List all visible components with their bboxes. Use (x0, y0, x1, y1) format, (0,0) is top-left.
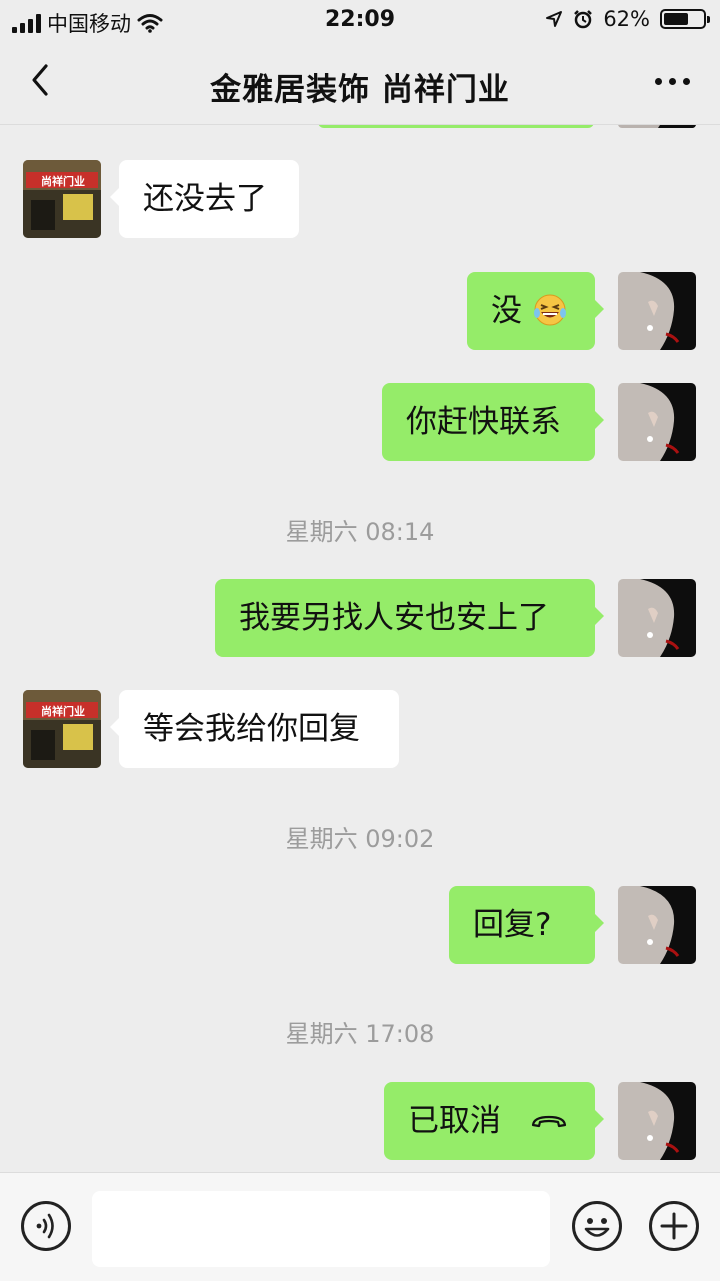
my-avatar[interactable] (618, 1082, 696, 1160)
message-text: 回复? (473, 907, 552, 943)
message-text: 没 (491, 293, 522, 329)
message-input[interactable] (92, 1191, 550, 1267)
message-bubble[interactable]: 没 (467, 272, 604, 350)
message-bubble[interactable]: 你赶快联系 (382, 383, 604, 461)
emoji-button[interactable] (572, 1201, 622, 1251)
message-text: 等会我给你回复 (143, 711, 360, 747)
phone-hangup-icon (531, 1115, 567, 1128)
timestamp: 星期六 17:08 (285, 1020, 435, 1048)
message-bubble[interactable]: 等会我给你回复 (110, 690, 399, 768)
more-icon-dot (669, 78, 676, 85)
add-icon (660, 1212, 688, 1240)
message-text: 还没去了 (143, 181, 267, 217)
voice-icon (36, 1213, 54, 1239)
call-message-bubble[interactable]: 已取消 (384, 1082, 604, 1160)
message-bubble[interactable]: 还没去了 (110, 160, 299, 238)
my-avatar[interactable] (618, 272, 696, 350)
more-button[interactable] (655, 78, 690, 85)
timestamp: 星期六 09:02 (285, 825, 435, 853)
contact-avatar[interactable]: 尚祥门业 (23, 690, 101, 768)
message-text: 已取消 (408, 1103, 501, 1139)
chat-title: 金雅居装饰 尚祥门业 (210, 72, 510, 108)
message-bubble[interactable]: 我要另找人安也安上了 (215, 579, 604, 657)
shop-sign-text: 尚祥门业 (41, 174, 85, 188)
add-button[interactable] (649, 1201, 699, 1251)
nav-bar: 金雅居装饰 尚祥门业 (0, 40, 720, 125)
shop-sign-text: 尚祥门业 (41, 704, 85, 718)
laughing-tears-emoji (534, 294, 566, 326)
contact-avatar[interactable]: 尚祥门业 (23, 160, 101, 238)
my-avatar[interactable] (618, 383, 696, 461)
my-avatar[interactable] (618, 579, 696, 657)
chat-area[interactable]: 尚祥门业 还没去了 没 你赶快联系 星期六 08:14 我要另找人安也安上了 尚… (0, 0, 720, 1172)
emoji-icon (584, 1218, 610, 1237)
message-text: 你赶快联系 (406, 404, 561, 440)
message-text: 我要另找人安也安上了 (239, 600, 549, 636)
my-avatar[interactable] (618, 886, 696, 964)
input-bar (0, 1172, 720, 1281)
more-icon (655, 78, 662, 85)
voice-button[interactable] (21, 1201, 71, 1251)
message-bubble[interactable]: 回复? (449, 886, 604, 964)
timestamp: 星期六 08:14 (285, 518, 435, 546)
more-icon-dot (683, 78, 690, 85)
